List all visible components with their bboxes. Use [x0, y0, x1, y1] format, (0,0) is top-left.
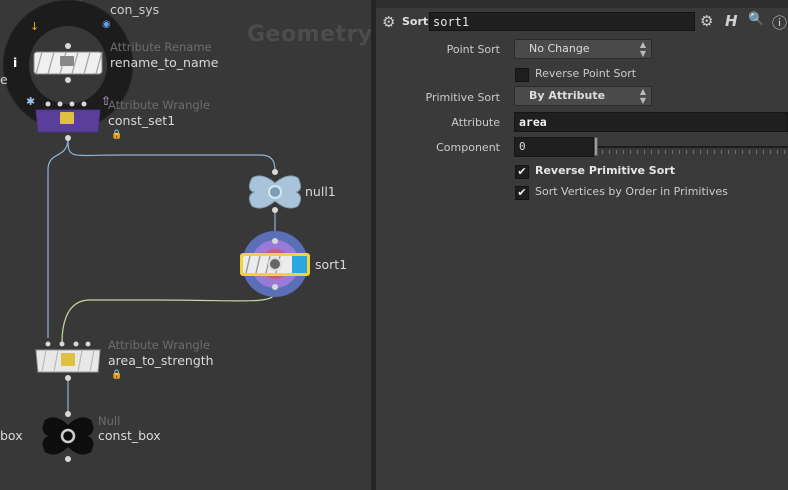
reverse-primitive-sort-checkbox[interactable]: ✔	[515, 165, 529, 179]
info-icon[interactable]: ⓘ	[772, 12, 787, 33]
point-sort-value: No Change	[529, 42, 590, 55]
menu-arrows-icon: ▲ ▼	[639, 87, 646, 105]
sort-node-name[interactable]: sort1	[315, 257, 347, 272]
primitive-sort-menu[interactable]: By Attribute ▲ ▼	[514, 86, 652, 106]
node-name-field[interactable]: sort1	[429, 12, 695, 31]
help-h-icon[interactable]: H	[725, 12, 738, 30]
gear-icon[interactable]: ⚙	[700, 12, 713, 30]
point-sort-label: Point Sort	[446, 43, 500, 56]
gear-icon[interactable]: ⚙	[382, 13, 395, 31]
sort-node[interactable]	[240, 231, 310, 297]
svg-text:✱: ✱	[26, 95, 35, 108]
wire-sort-to-area	[61, 291, 276, 344]
point-sort-menu[interactable]: No Change ▲ ▼	[514, 39, 652, 59]
const-box-node[interactable]	[42, 411, 94, 462]
wire-const-set1-to-null1	[67, 137, 276, 173]
network-editor[interactable]: Geometry ↓ ◉ ✱ ⇧ con_sys e i Attribute R…	[0, 0, 371, 490]
attribute-label: Attribute	[451, 116, 500, 129]
wrangle1-node-type: Attribute Wrangle	[108, 98, 210, 112]
rename-node-type: Attribute Rename	[110, 40, 212, 54]
lock-icon: 🔒	[111, 130, 123, 140]
svg-text:↓: ↓	[30, 20, 39, 33]
null1-node[interactable]	[248, 169, 302, 213]
reverse-point-sort-label: Reverse Point Sort	[535, 67, 637, 80]
null-node-type: Null	[98, 414, 121, 428]
attribute-field[interactable]: area	[514, 112, 788, 132]
component-slider-track[interactable]	[596, 146, 788, 148]
lock-icon: 🔒	[111, 370, 123, 380]
top-toolbar-strip	[376, 0, 788, 8]
network-wires: ↓ ◉ ✱ ⇧	[2, 0, 310, 462]
component-label: Component	[436, 141, 500, 154]
null-node-name[interactable]: const_box	[98, 428, 161, 443]
wrangle2-node-name[interactable]: area_to_strength	[108, 353, 214, 368]
primitive-sort-label: Primitive Sort	[425, 91, 500, 104]
wire-const-set1-to-area	[47, 137, 69, 338]
sort-vertices-label: Sort Vertices by Order in Primitives	[535, 185, 728, 198]
slider-ticks	[602, 150, 788, 154]
component-field[interactable]: 0	[514, 137, 594, 157]
top-node-name: con_sys	[110, 2, 160, 17]
radial-info-icon[interactable]: i	[13, 55, 17, 70]
reverse-primitive-sort-label: Reverse Primitive Sort	[535, 164, 675, 177]
primitive-sort-value: By Attribute	[529, 89, 606, 102]
menu-arrows-icon: ▲ ▼	[639, 40, 646, 58]
wrangle-area-node[interactable]	[35, 341, 101, 382]
node-type-label: Sort	[402, 15, 429, 28]
null1-node-name[interactable]: null1	[305, 184, 336, 199]
component-slider-handle[interactable]	[594, 137, 598, 156]
wrangle1-node-name[interactable]: const_set1	[108, 113, 175, 128]
left-partial-box: box	[0, 428, 23, 443]
rename-node[interactable]	[33, 43, 103, 83]
wrangle2-node-type: Attribute Wrangle	[108, 338, 210, 352]
svg-text:◉: ◉	[102, 19, 111, 30]
parameter-editor: ⚙ Sort sort1 ⚙ H 🔍 ⓘ Point Sort No Chang…	[376, 0, 788, 490]
sort-vertices-checkbox[interactable]: ✔	[515, 186, 529, 200]
left-partial-e: e	[0, 72, 8, 87]
reverse-point-sort-checkbox[interactable]	[515, 68, 529, 82]
search-icon[interactable]: 🔍	[748, 12, 764, 27]
rename-node-name[interactable]: rename_to_name	[110, 55, 219, 70]
